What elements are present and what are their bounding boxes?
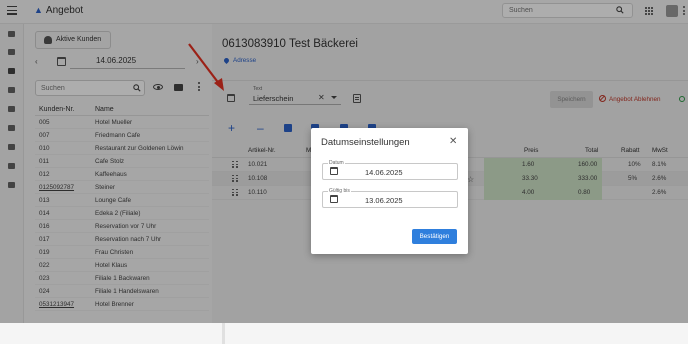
date-field-label: Datum (328, 160, 345, 166)
date-field[interactable]: Datum 14.06.2025 (322, 160, 458, 180)
date-field-value[interactable]: 14.06.2025 (365, 168, 403, 177)
date-settings-dialog: Datumseinstellungen ✕ Datum 14.06.2025 G… (311, 128, 468, 254)
confirm-button[interactable]: Bestätigen (412, 229, 457, 244)
calendar-icon[interactable] (330, 167, 338, 175)
valid-until-field[interactable]: Gültig bis 13.06.2025 (322, 188, 458, 208)
calendar-icon[interactable] (330, 195, 338, 203)
close-icon[interactable]: ✕ (449, 136, 457, 147)
valid-until-label: Gültig bis (328, 188, 351, 194)
valid-until-value[interactable]: 13.06.2025 (365, 196, 403, 205)
dialog-title: Datumseinstellungen (321, 137, 410, 148)
